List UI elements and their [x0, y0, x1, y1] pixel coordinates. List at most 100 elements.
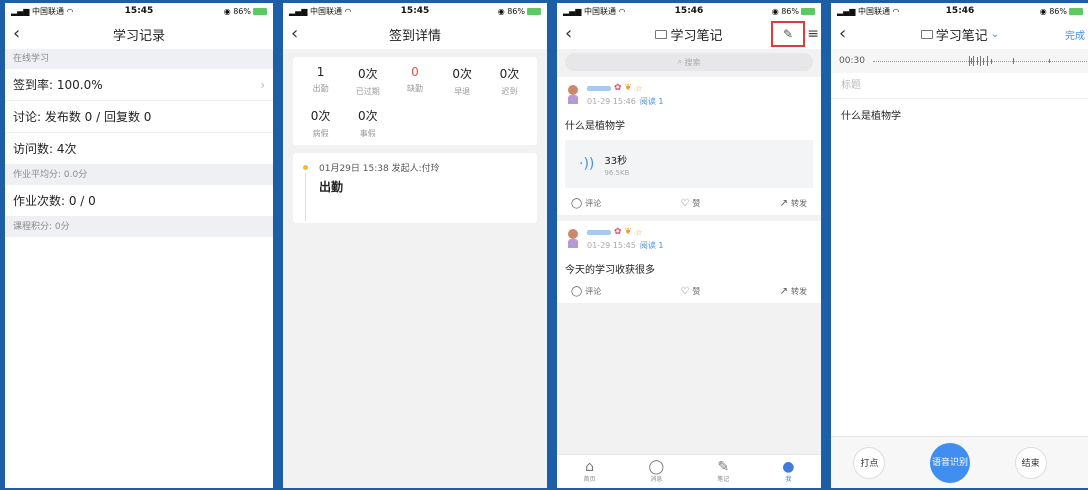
screenshot-stage: ▂▄▆ 中国联通 ◠ 15:45 ◉ 86% ‹ 学习记录 在线学习 签到率: … [0, 0, 1088, 490]
phone-study-record: ▂▄▆ 中国联通 ◠ 15:45 ◉ 86% ‹ 学习记录 在线学习 签到率: … [3, 3, 275, 488]
timeline-dot [303, 165, 308, 170]
tab-notes[interactable]: ✎ 笔记 [717, 460, 729, 483]
audio-wave-icon: ·)) [579, 156, 595, 172]
navbar: ‹ 学习笔记 ⌄ 完成 [831, 19, 1088, 49]
tab-home[interactable]: ⌂ 首页 [584, 460, 596, 483]
share-button[interactable]: ↗ 转发 [780, 286, 807, 297]
done-button[interactable]: 完成 [1065, 27, 1085, 42]
post-actions: ◯ 评论 ♡ 赞 ↗ 转发 [565, 284, 813, 297]
edit-icon: ✎ [782, 27, 794, 41]
mark-button[interactable]: 打点 [853, 446, 886, 479]
menu-icon[interactable]: ≡ [807, 26, 819, 42]
timeline-line [305, 173, 306, 221]
folder-selector[interactable]: 学习笔记 ⌄ [920, 25, 1000, 44]
back-icon[interactable]: ‹ [565, 23, 572, 44]
page-title: 签到详情 [388, 28, 441, 44]
section-online-learning: 在线学习 [5, 49, 273, 69]
share-button[interactable]: ↗ 转发 [780, 198, 807, 209]
folder-icon [655, 29, 668, 39]
avatar[interactable] [565, 229, 581, 249]
battery-text: 86% [781, 6, 799, 16]
recording-controls: 打点 语音识别 结束 [831, 436, 1088, 488]
comment-button[interactable]: ◯ 评论 [571, 198, 601, 209]
carrier-label: ▂▄▆ 中国联通 ◠ [289, 6, 369, 17]
stat-label: 缺勤 [406, 84, 423, 93]
signal-icon: ▂▄▆ [563, 6, 584, 16]
stat-personal-leave: 0次事假 [344, 107, 391, 139]
comment-icon: ◯ [571, 198, 583, 209]
stat-absent: 0 缺勤 [391, 65, 438, 97]
end-button[interactable]: 结束 [1014, 446, 1047, 479]
signin-record-card[interactable]: 01月29日 15:38 发起人:付玲 出勤 [293, 153, 537, 223]
stat-label: 病假 [312, 129, 329, 138]
home-icon: ⌂ [585, 459, 594, 475]
page-title-text: 学习笔记 [670, 28, 723, 44]
comment-button[interactable]: ◯ 评论 [571, 286, 601, 297]
flower-badge-icon: ✿ [614, 83, 622, 93]
battery-icon [527, 7, 541, 15]
battery-indicator: ◉ 86% [187, 7, 267, 16]
search-input[interactable]: ⌕ 搜索 [565, 53, 813, 71]
post-actions: ◯ 评论 ♡ 赞 ↗ 转发 [565, 196, 813, 209]
like-button[interactable]: ♡ 赞 [680, 286, 700, 297]
carrier-label: ▂▄▆ 中国联通 ◠ [11, 6, 91, 17]
stat-attend: 1 出勤 [297, 65, 344, 97]
share-label: 转发 [791, 199, 807, 208]
note-post[interactable]: ✿ ❦ ☆ 01-29 15:45 阅读 1 今天的学习收获很多 ◯ 评论 ♡ 赞 ↗ 转发 [557, 221, 821, 303]
stat-value: 1 [316, 65, 325, 79]
comment-label: 评论 [585, 287, 602, 296]
sign-rate-text: 签到率: 100.0% [13, 78, 103, 92]
stat-late: 0次 迟到 [486, 65, 533, 97]
post-text: 今天的学习收获很多 [565, 265, 655, 276]
battery-icon [253, 7, 267, 15]
person-icon: ● [782, 459, 795, 475]
audio-attachment[interactable]: ·)) 33秒 96.5KB [565, 140, 813, 188]
voice-recognition-button[interactable]: 语音识别 [929, 442, 970, 483]
tab-me[interactable]: ● 我 [782, 460, 794, 483]
back-icon[interactable]: ‹ [839, 23, 846, 44]
sign-rate-row[interactable]: 签到率: 100.0% › [5, 69, 273, 101]
avatar[interactable] [565, 85, 581, 105]
status-bar: ▂▄▆ 中国联通 ◠ 15:46 ◉ 86% [831, 3, 1088, 19]
homework-count-row: 作业次数: 0 / 0 [5, 185, 273, 217]
leaf-badge-icon: ❦ [624, 227, 633, 237]
back-icon[interactable]: ‹ [291, 23, 298, 44]
note-content-editor[interactable]: 什么是植物学 [831, 99, 1088, 130]
read-count: 阅读 1 [639, 97, 664, 106]
read-count: 阅读 1 [639, 241, 664, 250]
bottom-tab-bar: ⌂ 首页 ◯ 消息 ✎ 笔记 ● 我 [557, 454, 821, 488]
page-title: 学习记录 [112, 28, 165, 44]
author-info: ✿ ❦ ☆ 01-29 15:46 阅读 1 [587, 83, 663, 107]
new-note-button[interactable]: ✎ [771, 21, 805, 47]
note-edit-icon: ✎ [717, 459, 730, 475]
tab-messages[interactable]: ◯ 消息 [649, 460, 665, 483]
comment-icon: ◯ [571, 286, 583, 297]
empty-area [5, 237, 273, 488]
like-button[interactable]: ♡ 赞 [680, 198, 700, 209]
stat-label: 已过期 [355, 87, 380, 96]
stat-label: 事假 [359, 129, 376, 138]
battery-icon [801, 7, 815, 15]
author-name-redacted [587, 229, 611, 235]
tab-label: 我 [785, 476, 792, 483]
attendance-stats-card: 1 出勤 0次 已过期 0 缺勤 0次 早退 0次 迟到 0次 病假 0次 事假 [293, 57, 537, 145]
visits-row: 访问数: 4次 [5, 133, 273, 165]
signal-icon: ▂▄▆ [837, 6, 858, 16]
navbar: ‹ 学习记录 [5, 19, 273, 49]
audio-duration: 33秒 [604, 155, 628, 167]
note-post[interactable]: ✿ ❦ ☆ 01-29 15:46 阅读 1 什么是植物学 ·)) 33秒 96.5K… [557, 77, 821, 215]
stat-value: 0次 [357, 109, 378, 123]
back-icon[interactable]: ‹ [13, 23, 20, 44]
search-icon: ⌕ [677, 57, 685, 66]
stat-expired: 0次 已过期 [344, 65, 391, 97]
section-course-score: 课程积分: 0分 [5, 217, 273, 237]
like-label: 赞 [692, 287, 701, 296]
chevron-down-icon: ⌄ [990, 28, 1000, 40]
title-input[interactable]: 标题 [831, 73, 1088, 99]
status-bar: ▂▄▆ 中国联通 ◠ 15:45 ◉ 86% [5, 3, 273, 19]
stat-value: 0次 [499, 67, 520, 81]
battery-icon [1069, 7, 1083, 15]
page-title: 学习笔记 [655, 25, 723, 44]
phone-note-editor: ▂▄▆ 中国联通 ◠ 15:46 ◉ 86% ‹ 学习笔记 ⌄ 完成 00:30 … [829, 3, 1088, 488]
carrier-text: 中国联通 [32, 6, 64, 16]
